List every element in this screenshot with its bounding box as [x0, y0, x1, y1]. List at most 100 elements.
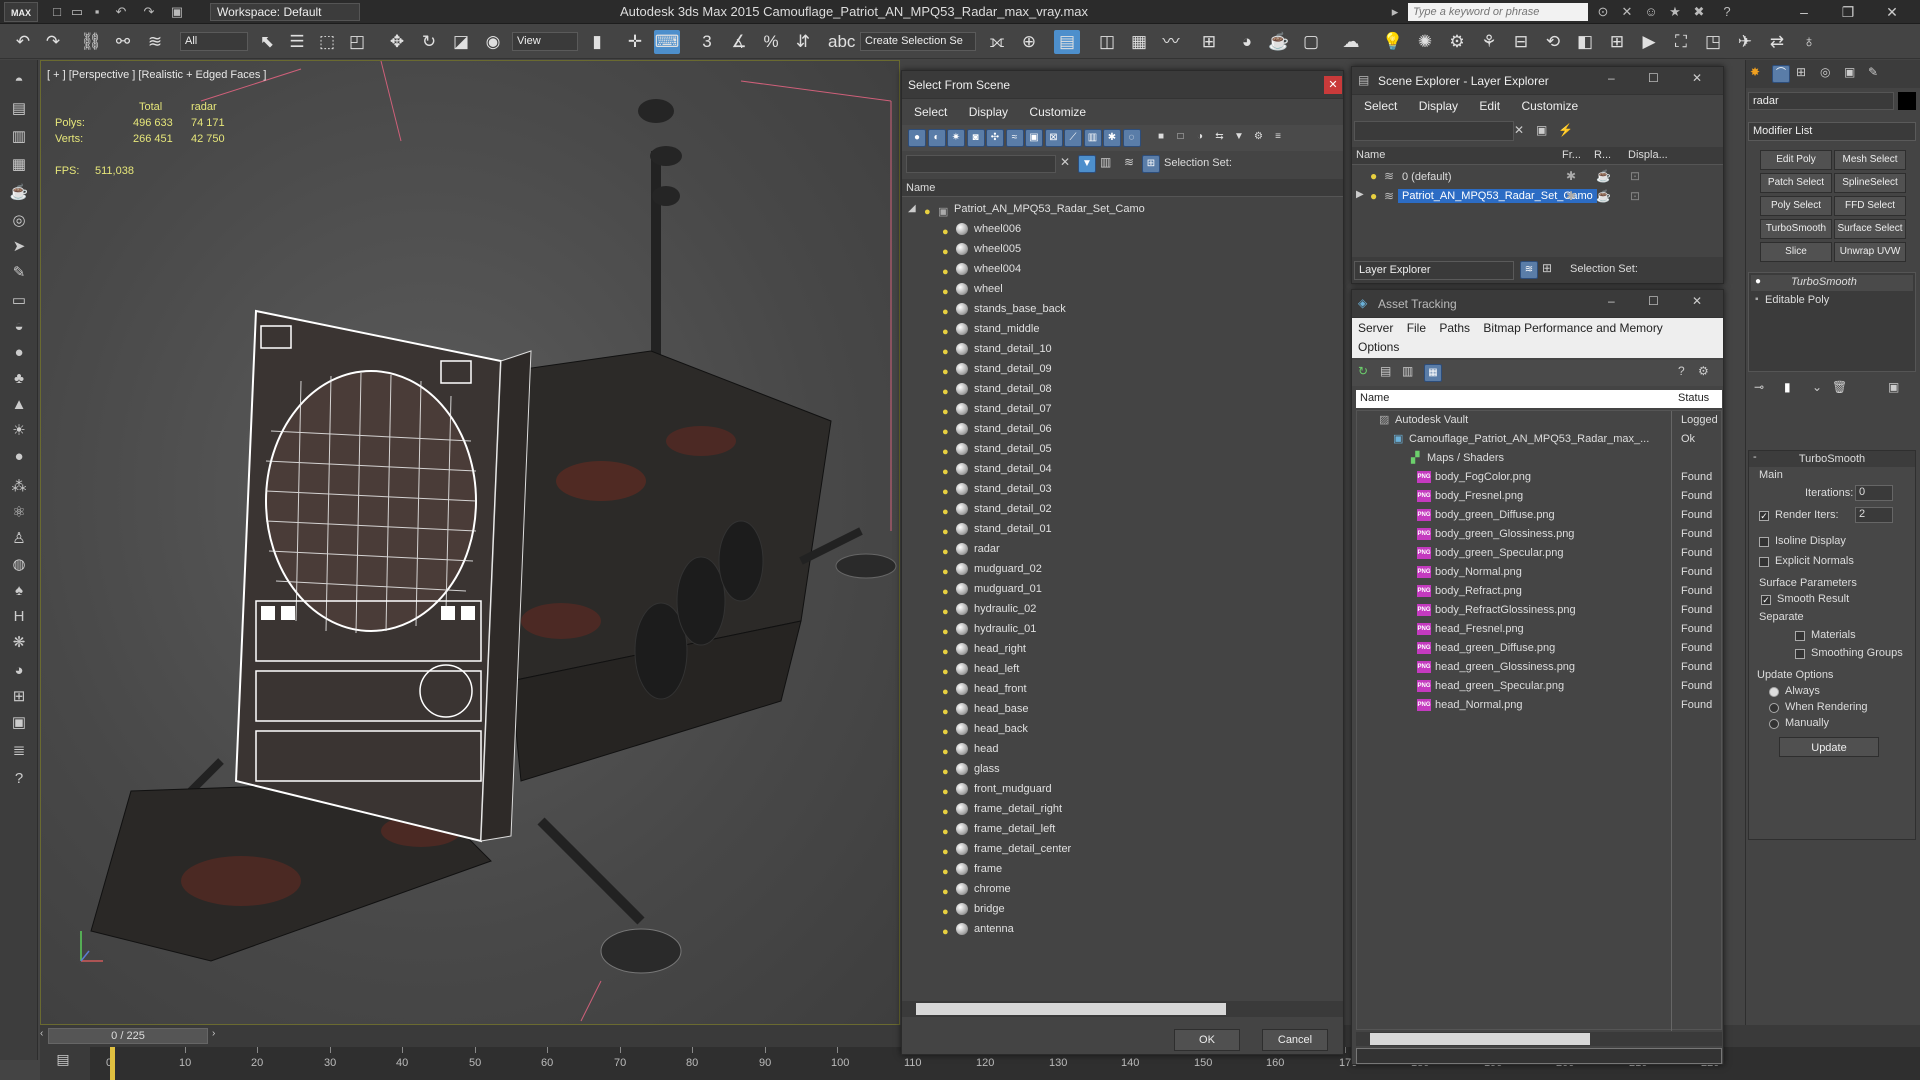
tree-item-row[interactable]: ● glass	[902, 759, 1342, 779]
tree-item-row[interactable]: ● head_base	[902, 699, 1342, 719]
search-input[interactable]	[1408, 3, 1588, 21]
sfs-find-input[interactable]	[906, 155, 1056, 173]
select-by-name-icon[interactable]: ☰	[284, 30, 310, 54]
stack-item[interactable]: ● TurboSmooth	[1751, 275, 1913, 291]
vray-sphere-icon[interactable]: ✺	[1412, 30, 1438, 54]
sun-icon[interactable]: ☀	[8, 420, 30, 442]
tree-item-row[interactable]: ● chrome	[902, 879, 1342, 899]
asset-row[interactable]: PNG body_green_Diffuse.png Found	[1357, 506, 1723, 525]
ball-icon[interactable]: ●	[8, 446, 30, 468]
scale-icon[interactable]: ◪	[448, 30, 474, 54]
filter-xrefs-icon[interactable]: ⊠	[1044, 129, 1063, 147]
se-menu-customize[interactable]: Customize	[1521, 99, 1578, 113]
modifier-set-button[interactable]: SplineSelect	[1834, 173, 1906, 193]
render-iters-spinner[interactable]: 2	[1855, 507, 1893, 523]
tree-item-row[interactable]: ● frame_detail_center	[902, 839, 1342, 859]
modifier-list-dropdown[interactable]: Modifier List	[1748, 122, 1916, 141]
sfs-hscrollbar[interactable]	[902, 1001, 1343, 1017]
link-icon[interactable]: ⛓	[78, 30, 104, 54]
rollout-title[interactable]: TurboSmooth	[1749, 451, 1915, 467]
modifier-set-button[interactable]: Unwrap UVW	[1834, 242, 1906, 262]
at-hscrollbar[interactable]	[1356, 1032, 1722, 1046]
display-icon[interactable]: ⊡	[1630, 169, 1640, 183]
scroll-thumb[interactable]	[1370, 1033, 1590, 1045]
render-iters-checkbox[interactable]: ✓	[1759, 511, 1769, 521]
search-arrow-icon[interactable]: ▸	[1386, 3, 1404, 21]
filter-bones-icon[interactable]: ⟋	[1064, 129, 1082, 147]
asset-row[interactable]: PNG body_RefractGlossiness.png Found	[1357, 601, 1723, 620]
plant-icon[interactable]: ♣	[8, 368, 30, 390]
tree-item-row[interactable]: ● hydraulic_02	[902, 599, 1342, 619]
always-radio[interactable]	[1769, 687, 1779, 697]
user-icon[interactable]: ☺	[1642, 3, 1660, 21]
filter-groups-icon[interactable]: ▣	[1025, 129, 1043, 147]
se-menu-display[interactable]: Display	[1419, 99, 1458, 113]
cancel-button[interactable]: Cancel	[1262, 1029, 1328, 1051]
isoline-checkbox[interactable]	[1759, 537, 1769, 547]
tree-item-row[interactable]: ● hydraulic_01	[902, 619, 1342, 639]
spinner-snap-icon[interactable]: ⇵	[790, 30, 816, 54]
page-icon[interactable]: ▥	[8, 126, 30, 148]
angle-snap-icon[interactable]: ∡	[726, 30, 752, 54]
time-slider[interactable]: 0 / 225	[48, 1028, 208, 1044]
stack-item[interactable]: ▪ Editable Poly	[1751, 293, 1913, 309]
tree-item-row[interactable]: ● stand_detail_04	[902, 459, 1342, 479]
percent-snap-icon[interactable]: %	[758, 30, 784, 54]
bulb-icon[interactable]: ●	[942, 922, 949, 942]
vray-lister-icon[interactable]: ⊞	[1604, 30, 1630, 54]
se-clear-icon[interactable]: ✕	[1514, 123, 1524, 137]
table-icon[interactable]: ⊞	[8, 686, 30, 708]
vray-mesh-icon[interactable]: ⊟	[1508, 30, 1534, 54]
brush-icon[interactable]: ✎	[8, 262, 30, 284]
se-minimize-icon[interactable]: –	[1608, 71, 1615, 85]
align-icon[interactable]: ⊕	[1016, 30, 1042, 54]
vray-vfb-icon[interactable]: ◧	[1572, 30, 1598, 54]
table-view-icon[interactable]: ▦	[1424, 364, 1442, 382]
favorites-icon[interactable]: ★	[1666, 3, 1684, 21]
bulb-icon[interactable]: ●	[1755, 276, 1761, 287]
vray-proxy-icon[interactable]: ⚘	[1476, 30, 1502, 54]
vray-play-icon[interactable]: ▶	[1636, 30, 1662, 54]
grid-icon[interactable]: ▦	[8, 154, 30, 176]
asset-row[interactable]: PNG head_green_Glossiness.png Found	[1357, 658, 1723, 677]
exchange-icon[interactable]: ✖	[1690, 3, 1708, 21]
hierarchy-tab-icon[interactable]: ⊞	[1796, 65, 1806, 79]
tree-item-row[interactable]: ● frame	[902, 859, 1342, 879]
redo-tool-icon[interactable]: ↷	[40, 30, 66, 54]
filter-advanced-icon[interactable]: ⚙	[1250, 129, 1268, 147]
unlink-icon[interactable]: ⚯	[110, 30, 136, 54]
minimize-icon[interactable]: –	[1790, 2, 1818, 22]
snaps-toggle-icon[interactable]: 3	[694, 30, 720, 54]
vray-ipr-icon[interactable]: ♁	[1796, 30, 1822, 54]
globe-icon[interactable]: ◍	[8, 554, 30, 576]
rotate-icon[interactable]: ↻	[416, 30, 442, 54]
tree-item-row[interactable]: ● stand_detail_02	[902, 499, 1342, 519]
filter-invert-icon[interactable]: ◑	[1191, 129, 1209, 147]
help-circle-icon[interactable]: ?	[8, 768, 30, 790]
undo-tool-icon[interactable]: ↶	[10, 30, 36, 54]
layer-explorer-icon[interactable]: ◫	[1094, 30, 1120, 54]
vray-bake-icon[interactable]: ◳	[1700, 30, 1726, 54]
filter-cameras-icon[interactable]: ◙	[966, 129, 985, 147]
manually-radio[interactable]	[1769, 719, 1779, 729]
workspace-dropdown[interactable]: Workspace: Default	[210, 3, 360, 21]
modifier-set-button[interactable]: Edit Poly	[1760, 150, 1832, 170]
pin-stack-icon[interactable]: ⊸	[1754, 380, 1764, 394]
place-icon[interactable]: ◉	[480, 30, 506, 54]
display-all-icon[interactable]: ▥	[1100, 155, 1111, 169]
vray-cloud-icon[interactable]: ✈	[1732, 30, 1758, 54]
se-maximize-icon[interactable]: ☐	[1648, 71, 1659, 85]
filter-frozen-icon[interactable]: ✱	[1103, 129, 1121, 147]
at-col-status[interactable]: Status	[1678, 392, 1709, 404]
materials-checkbox[interactable]	[1795, 631, 1805, 641]
utilities-tab-icon[interactable]: ✎	[1868, 65, 1878, 79]
explorer-type-dropdown[interactable]: Layer Explorer	[1354, 261, 1514, 280]
curve-editor-icon[interactable]: 〰	[1158, 30, 1184, 54]
tree-item-row[interactable]: ● stand_detail_03	[902, 479, 1342, 499]
se-menu-edit[interactable]: Edit	[1479, 99, 1500, 113]
filter-hidden-icon[interactable]: ◌	[1122, 129, 1141, 147]
modify-tab-icon[interactable]: ⌒	[1772, 65, 1790, 83]
at-minimize-icon[interactable]: –	[1608, 294, 1615, 308]
tree-item-row[interactable]: ● antenna	[902, 919, 1342, 939]
prev-frame-icon[interactable]: ‹	[40, 1028, 48, 1044]
